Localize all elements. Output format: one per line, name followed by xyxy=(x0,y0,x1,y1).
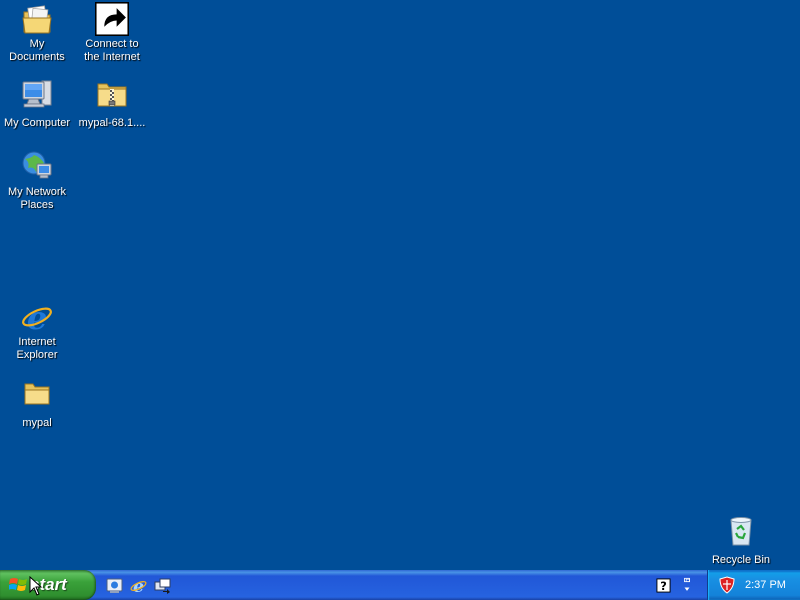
my-computer-icon xyxy=(20,77,54,111)
taskbar: start e ? 2:37 PM xyxy=(0,570,800,600)
windows-logo-icon xyxy=(9,578,27,591)
svg-text:?: ? xyxy=(660,580,667,593)
desktop-icon-label: Internet Explorer xyxy=(16,336,58,361)
svg-text:e: e xyxy=(27,300,47,334)
desktop-icon-label: Connect to the Internet xyxy=(84,38,140,63)
network-connection-icon[interactable] xyxy=(678,575,696,595)
desktop-icon-label: My Documents xyxy=(9,38,65,63)
help-icon[interactable]: ? xyxy=(654,575,672,595)
desktop-icon-label: My Network Places xyxy=(7,186,67,211)
network-places-icon xyxy=(20,150,54,184)
desktop-icon-label: Recycle Bin xyxy=(711,554,771,566)
zip-folder-icon xyxy=(95,77,129,111)
show-desktop-icon[interactable] xyxy=(104,575,124,595)
desktop-icon-connect-to-internet[interactable]: Connect to the Internet xyxy=(75,2,149,65)
desktop-icon-label: mypal-68.1.... xyxy=(78,117,146,129)
internet-explorer-icon: e xyxy=(20,300,54,334)
mouse-cursor-icon xyxy=(29,576,43,596)
connect-to-internet-icon xyxy=(95,2,129,36)
svg-text:e: e xyxy=(133,577,144,594)
quick-launch-bar: e xyxy=(104,575,172,595)
internet-explorer-icon[interactable]: e xyxy=(128,575,148,595)
folder-icon xyxy=(20,377,54,411)
desktop-icon-recycle-bin[interactable]: Recycle Bin xyxy=(704,514,778,568)
desktop: My Documents Connect to the Internet My … xyxy=(0,0,800,570)
clock[interactable]: 2:37 PM xyxy=(745,570,786,600)
my-documents-icon xyxy=(20,2,54,36)
shortcut-arrow-icon xyxy=(95,2,129,36)
desktop-icon-mypal-folder[interactable]: mypal xyxy=(0,377,74,431)
desktop-icon-internet-explorer[interactable]: e Internet Explorer xyxy=(0,300,74,363)
recycle-bin-icon xyxy=(724,514,758,548)
desktop-icon-my-documents[interactable]: My Documents xyxy=(0,2,74,65)
security-center-icon[interactable] xyxy=(719,576,735,594)
tray-extra-icons: ? xyxy=(654,575,696,595)
switch-windows-icon[interactable] xyxy=(152,575,172,595)
desktop-icon-my-network-places[interactable]: My Network Places xyxy=(0,150,74,213)
start-button[interactable]: start xyxy=(0,570,96,600)
desktop-icon-label: mypal xyxy=(22,417,52,429)
notification-area: 2:37 PM xyxy=(707,570,800,600)
desktop-icon-mypal-zip[interactable]: mypal-68.1.... xyxy=(75,77,149,131)
desktop-icon-label: My Computer xyxy=(3,117,71,129)
desktop-icon-my-computer[interactable]: My Computer xyxy=(0,77,74,131)
